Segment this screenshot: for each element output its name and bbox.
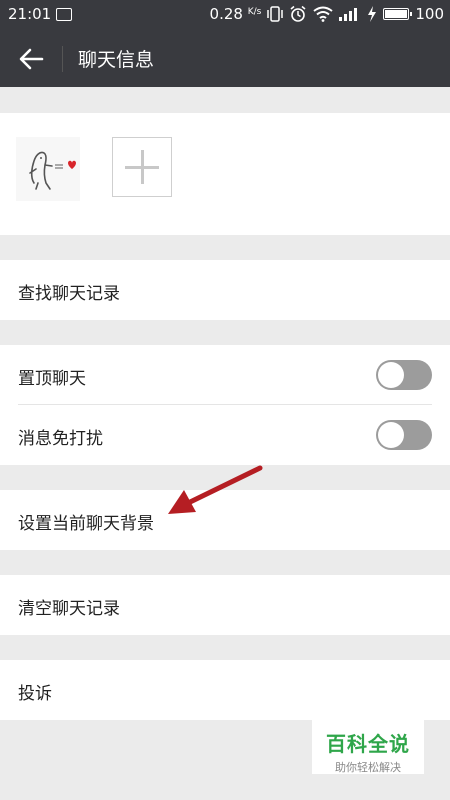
annotation-arrow-icon [168,465,263,514]
watermark-subtitle: 助你轻松解决 [335,761,401,774]
watermark: 百科全说 助你轻松解决 [312,720,424,774]
watermark-title: 百科全说 [326,732,410,756]
